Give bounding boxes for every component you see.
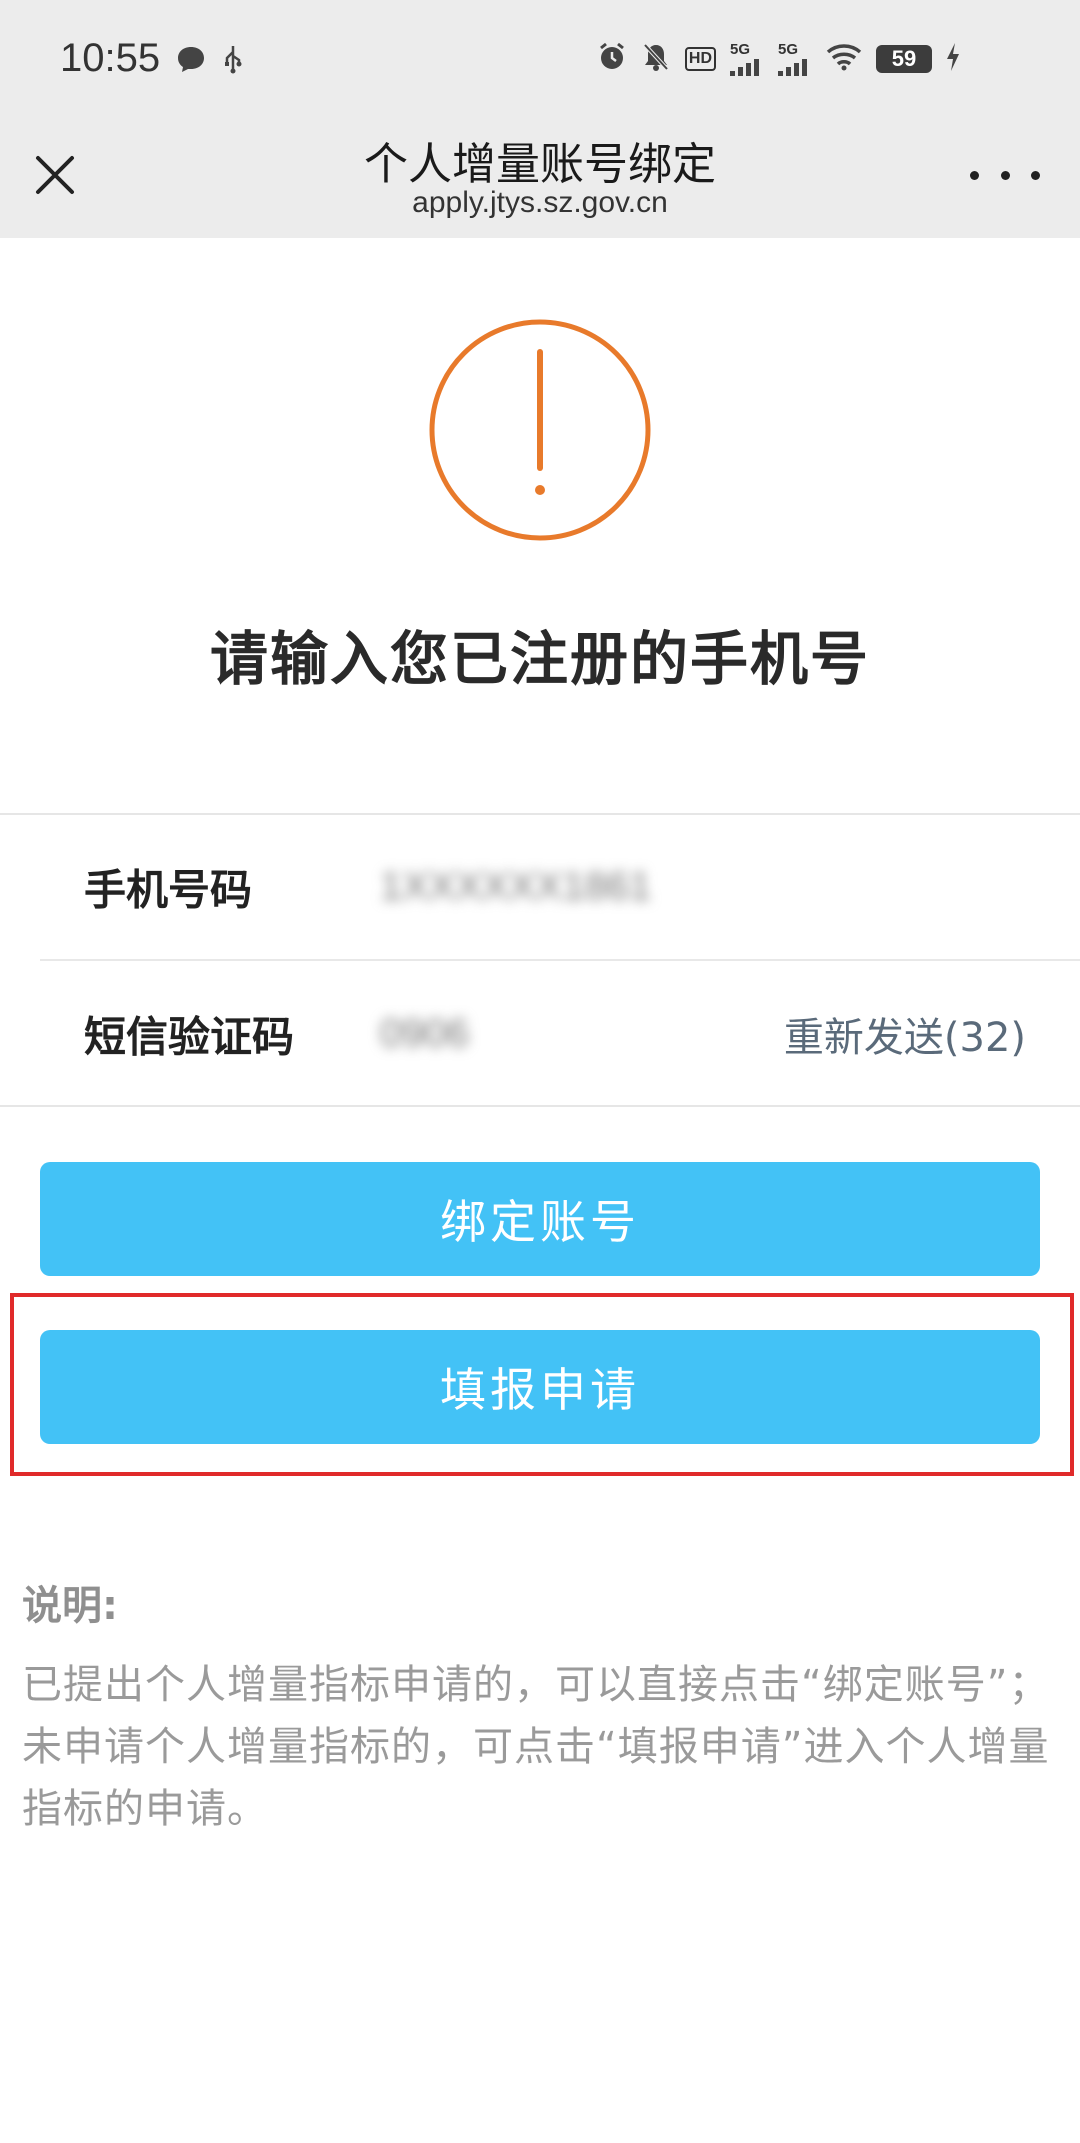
usb-icon	[222, 44, 244, 78]
more-icon-dot	[1031, 170, 1040, 180]
note-body: 已提出个人增量指标申请的，可以直接点击“绑定账号”；未申请个人增量指标的，可点击…	[22, 1662, 1050, 1832]
sms-row: 短信验证码 重新发送(32)	[40, 961, 1080, 1107]
network-type-1: 5G	[730, 41, 751, 58]
battery-icon: 59	[876, 45, 932, 73]
note-title: 说明:	[22, 1583, 118, 1629]
signal-icon-1: 5G	[730, 42, 764, 76]
sms-label: 短信验证码	[84, 1012, 295, 1062]
alarm-icon	[597, 42, 627, 76]
bind-account-button[interactable]: 绑定账号	[40, 1162, 1040, 1276]
charging-icon	[946, 43, 960, 75]
sms-code-input[interactable]	[380, 1011, 540, 1057]
status-time: 10:55	[60, 36, 161, 80]
phone-label: 手机号码	[84, 865, 253, 915]
headline: 请输入您已注册的手机号	[209, 625, 870, 693]
network-type-2: 5G	[778, 41, 799, 58]
hd-icon: HD	[684, 47, 716, 71]
page-title: 个人增量账号绑定	[364, 139, 716, 190]
page-url: apply.jtys.sz.gov.cn	[412, 186, 668, 219]
signal-icon-2: 5G	[778, 42, 812, 76]
bell-off-icon	[641, 42, 671, 76]
phone-row: 手机号码	[40, 815, 1080, 961]
apply-button[interactable]: 填报申请	[40, 1330, 1040, 1444]
phone-input[interactable]	[380, 864, 740, 910]
more-button[interactable]	[970, 160, 1040, 190]
title-bar: 个人增量账号绑定 apply.jtys.sz.gov.cn	[0, 120, 1080, 238]
exclamation-circle-icon	[429, 319, 651, 541]
chat-bubble-icon	[176, 45, 206, 77]
status-right-icons: HD 5G 5G 59	[597, 42, 960, 76]
more-icon-dot	[970, 170, 979, 180]
explanation-note: 说明: 已提出个人增量指标申请的，可以直接点击“绑定账号”；未申请个人增量指标的…	[22, 1578, 1052, 1840]
wifi-icon	[826, 43, 862, 75]
status-left-icons	[176, 44, 244, 78]
binding-form: 手机号码 短信验证码 重新发送(32)	[0, 813, 1080, 1107]
status-bar: 10:55 HD 5G 5G 59	[0, 0, 1080, 120]
resend-code-link[interactable]: 重新发送(32)	[784, 1005, 1026, 1063]
more-icon-dot	[1000, 170, 1010, 180]
